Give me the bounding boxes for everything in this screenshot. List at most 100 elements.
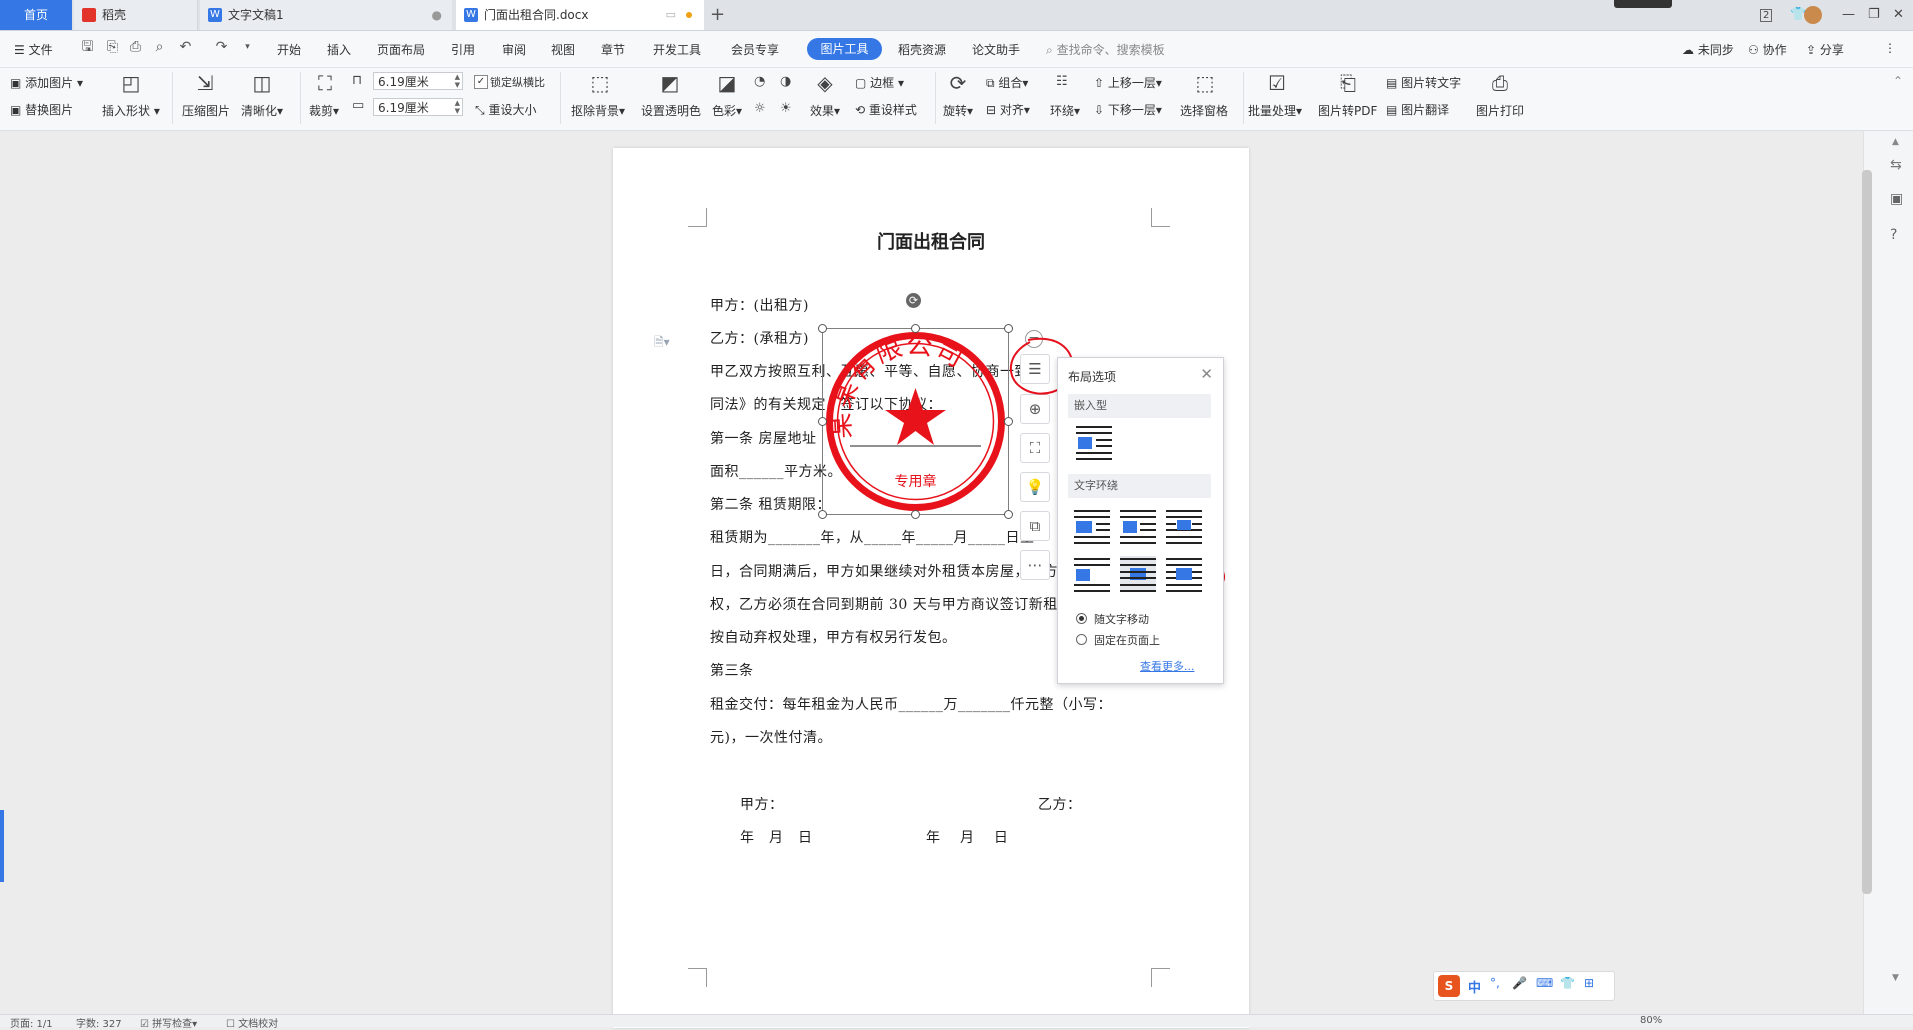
tab-dot-icon[interactable]: ● bbox=[432, 0, 442, 30]
select-pane-icon[interactable]: ⬚ bbox=[1190, 72, 1220, 94]
left-edge-marker[interactable] bbox=[0, 810, 4, 882]
menu-view[interactable]: 视图 bbox=[551, 41, 575, 58]
wrap-inline-icon[interactable] bbox=[1076, 424, 1112, 460]
compress-icon[interactable]: ⇲ bbox=[190, 72, 220, 94]
resize-handle[interactable] bbox=[818, 417, 827, 426]
more-icon[interactable]: ⋮ bbox=[1884, 41, 1896, 55]
avatar[interactable] bbox=[1804, 0, 1822, 30]
effect-icon[interactable]: ◈ bbox=[812, 72, 838, 94]
resize-handle[interactable] bbox=[911, 510, 920, 519]
wrap-behind-text-icon[interactable] bbox=[1120, 556, 1156, 592]
punctuation-icon[interactable]: °, bbox=[1490, 976, 1500, 990]
menu-page-layout[interactable]: 页面布局 bbox=[377, 41, 425, 58]
spin-arrows-icon[interactable]: ▲ ▼ bbox=[455, 73, 460, 89]
transparent-icon[interactable]: ◩ bbox=[655, 72, 685, 94]
effect-button[interactable]: 效果▾ bbox=[810, 102, 840, 119]
resize-handle[interactable] bbox=[1004, 510, 1013, 519]
command-search[interactable]: ⌕ 查找命令、搜索模板 bbox=[1046, 41, 1165, 58]
proofread[interactable]: ☐ 文档校对 bbox=[226, 1015, 278, 1030]
save-icon[interactable]: 🖫 bbox=[80, 40, 95, 55]
window-badge[interactable]: 2 bbox=[1760, 0, 1778, 30]
toolbox-icon[interactable]: ⊞ bbox=[1584, 976, 1594, 990]
menu-paper-assistant[interactable]: 论文助手 bbox=[972, 41, 1020, 58]
remove-bg-button[interactable]: 抠除背景▾ bbox=[571, 102, 625, 119]
menu-references[interactable]: 引用 bbox=[451, 41, 475, 58]
resize-handle[interactable] bbox=[818, 510, 827, 519]
tab-doc2[interactable]: W 门面出租合同.docx ▭ bbox=[456, 0, 704, 30]
brightness-icon[interactable]: ☼ bbox=[754, 101, 766, 116]
share-button[interactable]: ⇪ 分享 bbox=[1806, 41, 1844, 58]
collab-button[interactable]: ⚇ 协作 bbox=[1748, 41, 1787, 58]
undo-icon[interactable]: ↶ bbox=[178, 40, 193, 55]
export-pdf-icon[interactable]: ⎘ bbox=[105, 40, 120, 55]
contrast-icon[interactable]: ◑ bbox=[780, 74, 791, 89]
brightness-up-icon[interactable]: ◔ bbox=[754, 74, 765, 89]
wrap-through-icon[interactable] bbox=[1166, 508, 1202, 544]
more-options-icon[interactable]: ⋯ bbox=[1020, 550, 1050, 580]
sharpen-icon[interactable]: ◫ bbox=[247, 72, 277, 94]
word-count[interactable]: 字数: 327 bbox=[76, 1015, 122, 1030]
skin-icon[interactable]: 👕 bbox=[1560, 976, 1575, 990]
lock-ratio-checkbox[interactable]: ✓ bbox=[474, 75, 488, 89]
microphone-icon[interactable]: 🎤 bbox=[1512, 976, 1527, 990]
menu-picture-tools[interactable]: 图片工具 bbox=[807, 38, 882, 60]
insert-shape-button[interactable]: 插入形状 ▾ bbox=[102, 102, 160, 119]
wrap-button[interactable]: 环绕▾ bbox=[1050, 102, 1080, 119]
compress-button[interactable]: 压缩图片 bbox=[182, 102, 230, 119]
scroll-up-icon[interactable]: ▲ bbox=[1892, 137, 1899, 147]
smart-tip-icon[interactable]: 💡 bbox=[1020, 472, 1050, 502]
paragraph-handle-icon[interactable]: 🗎▾ bbox=[654, 333, 670, 354]
redo-icon[interactable]: ↷ bbox=[214, 40, 229, 55]
batch-button[interactable]: 批量处理▾ bbox=[1248, 102, 1302, 119]
vertical-scrollbar[interactable] bbox=[1862, 170, 1872, 894]
replace-picture-button[interactable]: ▣ 替换图片 bbox=[10, 101, 73, 118]
collapse-ribbon-icon[interactable]: ⌃ bbox=[1893, 74, 1903, 88]
bring-forward-button[interactable]: ⇧ 上移一层▾ bbox=[1094, 74, 1162, 91]
send-backward-button[interactable]: ⇩ 下移一层▾ bbox=[1094, 101, 1162, 118]
menu-developer[interactable]: 开发工具 bbox=[653, 41, 701, 58]
resize-handle[interactable] bbox=[911, 324, 920, 333]
wrap-tight-icon[interactable] bbox=[1120, 508, 1156, 544]
sidebar-image-icon[interactable]: ▣ bbox=[1890, 191, 1903, 207]
spell-check[interactable]: ☑ 拼写检查▾ bbox=[140, 1015, 197, 1030]
menu-member[interactable]: 会员专享 bbox=[731, 41, 779, 58]
rotate-handle-icon[interactable]: ⟳ bbox=[906, 293, 921, 308]
keyboard-icon[interactable]: ⌨ bbox=[1536, 976, 1553, 990]
menu-chapter[interactable]: 章节 bbox=[601, 41, 625, 58]
menu-daoke-resources[interactable]: 稻壳资源 bbox=[898, 41, 946, 58]
remove-bg-icon[interactable]: ⬚ bbox=[585, 72, 615, 94]
minimize-icon[interactable]: — bbox=[1842, 0, 1855, 30]
color-icon[interactable]: ◪ bbox=[714, 72, 740, 94]
sync-button[interactable]: ☁ 未同步 bbox=[1682, 41, 1734, 58]
resize-handle[interactable] bbox=[1004, 417, 1013, 426]
wrap-icon[interactable]: ☷ bbox=[1056, 74, 1068, 89]
reset-style-button[interactable]: ⟲ 重设样式 bbox=[855, 101, 917, 118]
wrap-in-front-icon[interactable] bbox=[1166, 556, 1202, 592]
tab-doc1[interactable]: W 文字文稿1 ● bbox=[200, 0, 452, 30]
fix-on-page-radio[interactable] bbox=[1076, 634, 1087, 645]
rotate-button[interactable]: 旋转▾ bbox=[943, 102, 973, 119]
preview-icon[interactable]: ⌕ bbox=[152, 40, 167, 55]
add-picture-button[interactable]: ▣ 添加图片 ▾ bbox=[10, 74, 83, 91]
to-pdf-button[interactable]: 图片转PDF bbox=[1318, 102, 1377, 119]
to-text-button[interactable]: ▤ 图片转文字 bbox=[1386, 74, 1461, 91]
height-input[interactable]: 6.19厘米 ▲ ▼ bbox=[373, 98, 463, 116]
brightness-down-icon[interactable]: ☀ bbox=[780, 101, 792, 116]
monitor-icon[interactable]: ▭ bbox=[666, 0, 676, 30]
menu-start[interactable]: 开始 bbox=[277, 41, 301, 58]
ime-mode-label[interactable]: 中 bbox=[1468, 977, 1481, 996]
border-button[interactable]: ▢ 边框 ▾ bbox=[855, 74, 904, 91]
rotate-icon[interactable]: ⟳ bbox=[945, 72, 971, 94]
sidebar-collapse-icon[interactable]: ⇆ bbox=[1890, 157, 1902, 173]
crop-button[interactable]: 裁剪▾ bbox=[309, 102, 339, 119]
page-count[interactable]: 页面: 1/1 bbox=[10, 1015, 53, 1030]
restore-icon[interactable]: ❐ bbox=[1868, 0, 1880, 30]
convert-image-icon[interactable]: ⧉ bbox=[1020, 511, 1050, 541]
crop-icon[interactable]: ⛶ bbox=[310, 72, 340, 94]
picture-print-button[interactable]: 图片打印 bbox=[1476, 102, 1524, 119]
translate-button[interactable]: ▤ 图片翻译 bbox=[1386, 101, 1449, 118]
move-with-text-radio[interactable] bbox=[1076, 613, 1087, 624]
tab-daoke[interactable]: 稻壳 bbox=[74, 0, 198, 30]
file-menu[interactable]: ☰ 文件 bbox=[14, 41, 53, 58]
close-icon[interactable]: ✕ bbox=[1893, 0, 1904, 30]
